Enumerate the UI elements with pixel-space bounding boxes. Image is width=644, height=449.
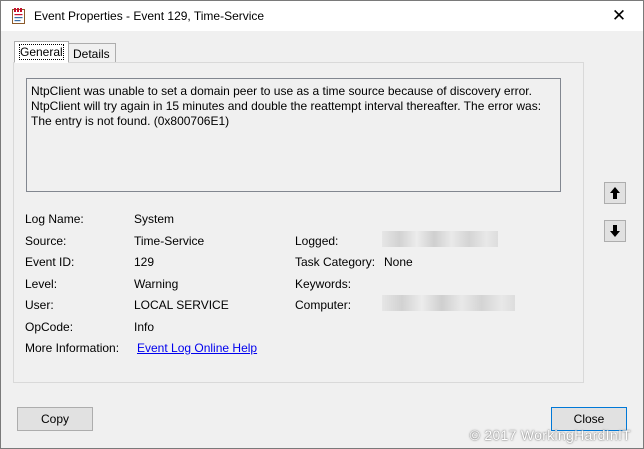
tab-details-label: Details	[73, 47, 110, 61]
opcode-value: Info	[134, 320, 155, 334]
user-value: LOCAL SERVICE	[134, 298, 229, 312]
user-label: User:	[25, 298, 54, 312]
log-name-value: System	[134, 212, 175, 226]
keywords-label: Keywords:	[295, 277, 352, 291]
event-properties-window: Event Properties - Event 129, Time-Servi…	[0, 0, 644, 449]
arrow-up-icon	[610, 187, 620, 199]
computer-value-redacted	[382, 295, 515, 311]
log-name-label: Log Name:	[25, 212, 84, 226]
previous-event-button[interactable]	[604, 182, 626, 204]
tab-details[interactable]: Details	[67, 43, 116, 63]
tab-general[interactable]: General	[14, 41, 69, 63]
copyright-watermark: © 2017 WorkingHardInIT	[469, 427, 631, 443]
next-event-button[interactable]	[604, 220, 626, 242]
level-value: Warning	[134, 277, 179, 291]
task-category-value: None	[384, 255, 413, 269]
close-button-label: Close	[573, 412, 605, 426]
event-viewer-icon	[12, 8, 25, 24]
level-label: Level:	[25, 277, 58, 291]
event-log-online-help-link[interactable]: Event Log Online Help	[137, 341, 257, 355]
logged-value-redacted	[382, 231, 498, 247]
copy-button[interactable]: Copy	[17, 407, 93, 431]
more-information-label: More Information:	[25, 341, 120, 355]
opcode-label: OpCode:	[25, 320, 74, 334]
task-category-label: Task Category:	[295, 255, 376, 269]
source-value: Time-Service	[134, 234, 205, 248]
arrow-down-icon	[610, 225, 620, 237]
tab-general-label: General	[19, 44, 64, 60]
event-description[interactable]: NtpClient was unable to set a domain pee…	[26, 78, 561, 192]
title-bar[interactable]: Event Properties - Event 129, Time-Servi…	[1, 1, 643, 31]
event-id-value: 129	[134, 255, 155, 269]
close-window-icon[interactable]: ✕	[601, 1, 637, 31]
source-label: Source:	[25, 234, 67, 248]
event-id-label: Event ID:	[25, 255, 75, 269]
window-title: Event Properties - Event 129, Time-Servi…	[34, 9, 265, 23]
logged-label: Logged:	[295, 234, 339, 248]
copy-button-label: Copy	[40, 412, 69, 426]
computer-label: Computer:	[295, 298, 352, 312]
